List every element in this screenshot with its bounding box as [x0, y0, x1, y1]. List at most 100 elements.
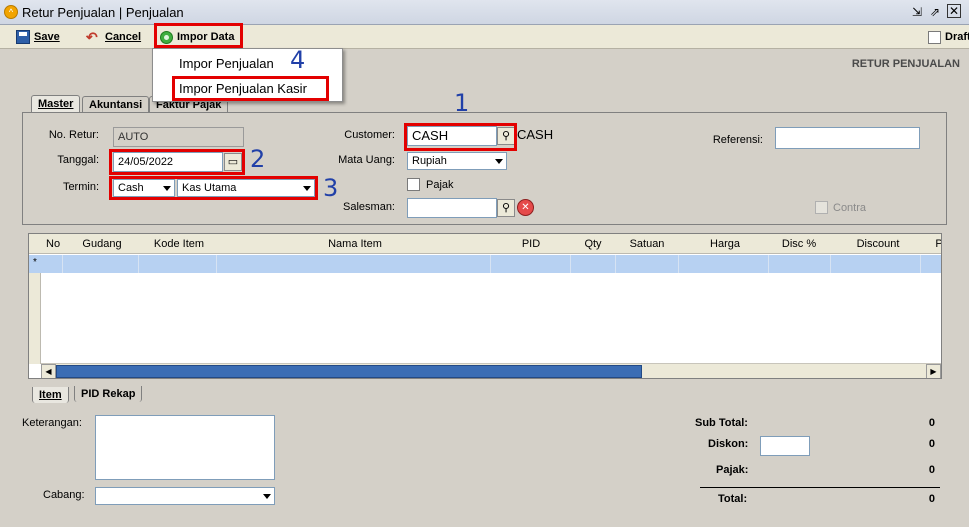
tab-master[interactable]: Master: [31, 95, 81, 112]
table-cell[interactable]: [831, 255, 921, 273]
diskon-field[interactable]: [760, 436, 810, 456]
cancel-label: Cancel: [105, 31, 142, 43]
col-kode-item[interactable]: Kode Item: [151, 238, 207, 250]
cancel-icon: ↶: [86, 29, 98, 45]
mata-uang-select[interactable]: Rupiah: [407, 152, 507, 170]
sub-total-value: 0: [928, 417, 935, 429]
minimize-restore-icon[interactable]: ⇲: [909, 4, 925, 20]
item-grid[interactable]: No Gudang Kode Item Nama Item PID Qty Sa…: [28, 233, 942, 379]
no-retur-label: No. Retur:: [48, 129, 99, 141]
chevron-down-icon: [495, 159, 503, 164]
col-no[interactable]: No: [46, 238, 60, 250]
contra-checkbox[interactable]: Contra: [815, 201, 866, 214]
pajak-checkbox[interactable]: Pajak: [407, 178, 454, 191]
contra-checkbox-box[interactable]: [815, 201, 828, 214]
app-icon: ^: [4, 5, 18, 19]
cancel-button[interactable]: ↶ Cancel: [86, 28, 141, 46]
save-icon: [16, 30, 30, 44]
diskon-label: Diskon:: [708, 438, 749, 450]
new-row-marker: *: [33, 257, 37, 268]
form-heading: RETUR PENJUALAN: [851, 58, 960, 70]
table-cell[interactable]: [616, 255, 679, 273]
keterangan-label: Keterangan:: [22, 417, 82, 429]
col-nama-item[interactable]: Nama Item: [325, 238, 385, 250]
close-icon[interactable]: ✕: [947, 4, 961, 18]
table-row[interactable]: *: [29, 255, 941, 273]
table-cell[interactable]: [217, 255, 491, 273]
salesman-lookup-icon[interactable]: ⚲: [497, 199, 515, 217]
cabang-select[interactable]: [95, 487, 275, 505]
referensi-label: Referensi:: [712, 134, 763, 146]
chevron-down-icon: [263, 494, 271, 499]
termin-label: Termin:: [62, 181, 99, 193]
table-cell[interactable]: [679, 255, 769, 273]
menu-item-impor-penjualan[interactable]: Impor Penjualan: [179, 56, 274, 71]
customer-name: CASH: [517, 127, 554, 142]
col-harga[interactable]: Harga: [708, 238, 742, 250]
mata-uang-label: Mata Uang:: [338, 154, 395, 166]
table-cell[interactable]: [571, 255, 616, 273]
col-p[interactable]: P: [935, 238, 941, 250]
table-cell[interactable]: [139, 255, 217, 273]
keterangan-textarea[interactable]: [95, 415, 275, 480]
scroll-right-icon[interactable]: ▶: [926, 364, 941, 378]
scroll-left-icon[interactable]: ◀: [41, 364, 56, 378]
table-cell[interactable]: [491, 255, 571, 273]
draft-label: Draft: [945, 31, 969, 43]
save-button[interactable]: Save: [16, 28, 60, 46]
highlight-tanggal: [109, 149, 245, 175]
highlight-termin: [109, 176, 318, 200]
tab-akuntansi[interactable]: Akuntansi: [82, 96, 150, 113]
scrollbar-thumb[interactable]: [56, 365, 642, 378]
maximize-icon[interactable]: ⇗: [927, 4, 943, 20]
pajak-total-label: Pajak:: [716, 464, 749, 476]
col-qty[interactable]: Qty: [582, 238, 604, 250]
col-discount[interactable]: Discount: [855, 238, 901, 250]
customer-label: Customer:: [344, 129, 395, 141]
clear-icon[interactable]: ✕: [517, 199, 534, 216]
col-gudang[interactable]: Gudang: [79, 238, 125, 250]
master-panel: No. Retur: AUTO Tanggal: 24/05/2022 ▭ Te…: [22, 112, 947, 225]
pajak-label: Pajak: [426, 178, 454, 191]
diskon-value: 0: [928, 438, 935, 450]
sub-total-label: Sub Total:: [695, 417, 748, 429]
table-cell[interactable]: [41, 255, 63, 273]
highlight-impor-penjualan-kasir: [172, 76, 329, 101]
toolbar: Save ↶ Cancel Impor Data Draft: [0, 23, 969, 49]
tanggal-label: Tanggal:: [57, 154, 99, 166]
col-disc-percent[interactable]: Disc %: [781, 238, 817, 250]
pajak-total-value: 0: [928, 464, 935, 476]
table-cell[interactable]: [769, 255, 831, 273]
col-pid[interactable]: PID: [521, 238, 541, 250]
total-label: Total:: [718, 493, 748, 505]
col-satuan[interactable]: Satuan: [627, 238, 667, 250]
highlight-impor-data: [154, 23, 243, 48]
pajak-checkbox-box[interactable]: [407, 178, 420, 191]
annotation-2: 2: [250, 145, 266, 173]
salesman-field[interactable]: [407, 198, 497, 218]
horizontal-scrollbar[interactable]: ◀ ▶: [41, 363, 941, 378]
annotation-1: 1: [454, 89, 470, 117]
grid-header: No Gudang Kode Item Nama Item PID Qty Sa…: [29, 234, 941, 254]
draft-checkbox[interactable]: Draft: [928, 28, 969, 46]
title-bar: ^ Retur Penjualan | Penjualan ⇲ ⇗ ✕: [0, 0, 969, 25]
contra-label: Contra: [833, 201, 867, 214]
save-label: Save: [34, 31, 60, 43]
annotation-4: 4: [290, 46, 306, 74]
tab-pid-rekap[interactable]: PID Rekap: [74, 386, 143, 402]
draft-checkbox-box[interactable]: [928, 30, 941, 44]
highlight-customer: [404, 123, 517, 151]
impor-data-menu: Impor Penjualan Impor Penjualan Kasir: [152, 48, 343, 102]
window-title: Retur Penjualan | Penjualan: [22, 5, 184, 20]
referensi-field[interactable]: [775, 127, 920, 149]
cabang-label: Cabang:: [43, 489, 85, 501]
salesman-label: Salesman:: [343, 201, 395, 213]
total-value: 0: [928, 493, 935, 505]
table-cell[interactable]: [63, 255, 139, 273]
no-retur-field: AUTO: [113, 127, 244, 147]
main-panel: RETUR PENJUALAN Master Akuntansi Faktur …: [0, 49, 969, 527]
total-divider: [700, 487, 940, 488]
annotation-3: 3: [323, 174, 339, 202]
tab-item[interactable]: Item: [32, 387, 69, 403]
mata-uang-value: Rupiah: [412, 155, 447, 167]
